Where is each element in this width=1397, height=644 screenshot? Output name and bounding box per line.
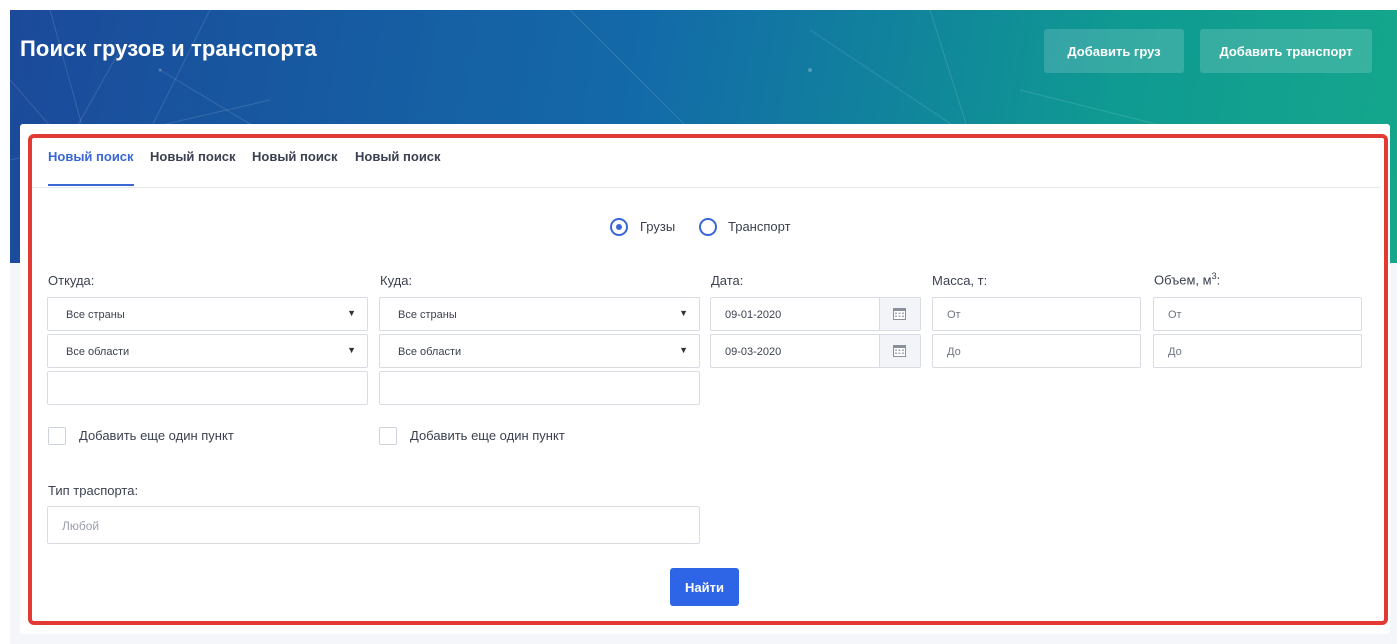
tab-new-search-4[interactable]: Новый поиск [355, 148, 441, 186]
from-region-value: Все области [66, 346, 130, 358]
date-to-value: 09-03-2020 [725, 346, 782, 358]
volume-to-input[interactable]: До [1153, 334, 1362, 368]
date-from-calendar-button[interactable] [879, 298, 920, 330]
to-region-value: Все области [398, 346, 462, 358]
add-cargo-button[interactable]: Добавить груз [1044, 29, 1184, 73]
from-country-value: Все страны [66, 309, 125, 321]
mass-to-input[interactable]: До [932, 334, 1141, 368]
volume-label: Объем, м3: [1154, 271, 1220, 287]
mass-to-placeholder: До [947, 346, 961, 358]
from-label: Откуда: [48, 273, 95, 288]
mass-label: Масса, т: [932, 273, 988, 288]
calendar-icon [893, 308, 906, 320]
from-add-point-checkbox[interactable] [48, 427, 66, 445]
from-city-input[interactable] [47, 371, 368, 405]
date-label: Дата: [711, 273, 744, 288]
date-to-input[interactable]: 09-03-2020 [710, 334, 921, 368]
mass-from-input[interactable]: От [932, 297, 1141, 331]
caret-down-icon: ▼ [679, 308, 688, 318]
transport-type-input[interactable]: Любой [47, 506, 700, 544]
radio-transport[interactable] [699, 218, 717, 236]
to-region-select[interactable]: Все области ▼ [379, 334, 700, 368]
tab-new-search-1[interactable]: Новый поиск [48, 148, 134, 186]
to-city-input[interactable] [379, 371, 700, 405]
volume-label-suffix: : [1216, 272, 1221, 288]
volume-to-placeholder: До [1168, 346, 1182, 358]
caret-down-icon: ▼ [679, 345, 688, 355]
tab-new-search-3[interactable]: Новый поиск [252, 148, 338, 186]
calendar-icon [893, 345, 906, 357]
to-label: Куда: [380, 273, 413, 288]
volume-from-input[interactable]: От [1153, 297, 1362, 331]
from-country-select[interactable]: Все страны ▼ [47, 297, 368, 331]
caret-down-icon: ▼ [347, 308, 356, 318]
date-from-input[interactable]: 09-01-2020 [710, 297, 921, 331]
from-region-select[interactable]: Все области ▼ [47, 334, 368, 368]
mass-from-placeholder: От [947, 309, 961, 321]
from-add-point-label[interactable]: Добавить еще один пункт [79, 428, 234, 443]
to-country-value: Все страны [398, 309, 457, 321]
radio-cargo[interactable] [610, 218, 628, 236]
to-add-point-label[interactable]: Добавить еще один пункт [410, 428, 565, 443]
date-from-value: 09-01-2020 [725, 309, 782, 321]
tab-new-search-2[interactable]: Новый поиск [150, 148, 236, 186]
tabs-divider [32, 187, 1380, 188]
page-title: Поиск грузов и транспорта [20, 36, 317, 61]
to-country-select[interactable]: Все страны ▼ [379, 297, 700, 331]
search-button[interactable]: Найти [670, 568, 739, 606]
radio-cargo-label[interactable]: Грузы [640, 219, 675, 234]
caret-down-icon: ▼ [347, 345, 356, 355]
volume-from-placeholder: От [1168, 309, 1182, 321]
radio-transport-label[interactable]: Транспорт [728, 219, 791, 234]
date-to-calendar-button[interactable] [879, 335, 920, 367]
add-transport-button[interactable]: Добавить транспорт [1200, 29, 1372, 73]
volume-label-text: Объем, м [1154, 272, 1212, 288]
transport-type-label: Тип траспорта: [48, 483, 139, 498]
to-add-point-checkbox[interactable] [379, 427, 397, 445]
active-tab-indicator [48, 184, 134, 186]
transport-type-placeholder: Любой [62, 519, 100, 533]
